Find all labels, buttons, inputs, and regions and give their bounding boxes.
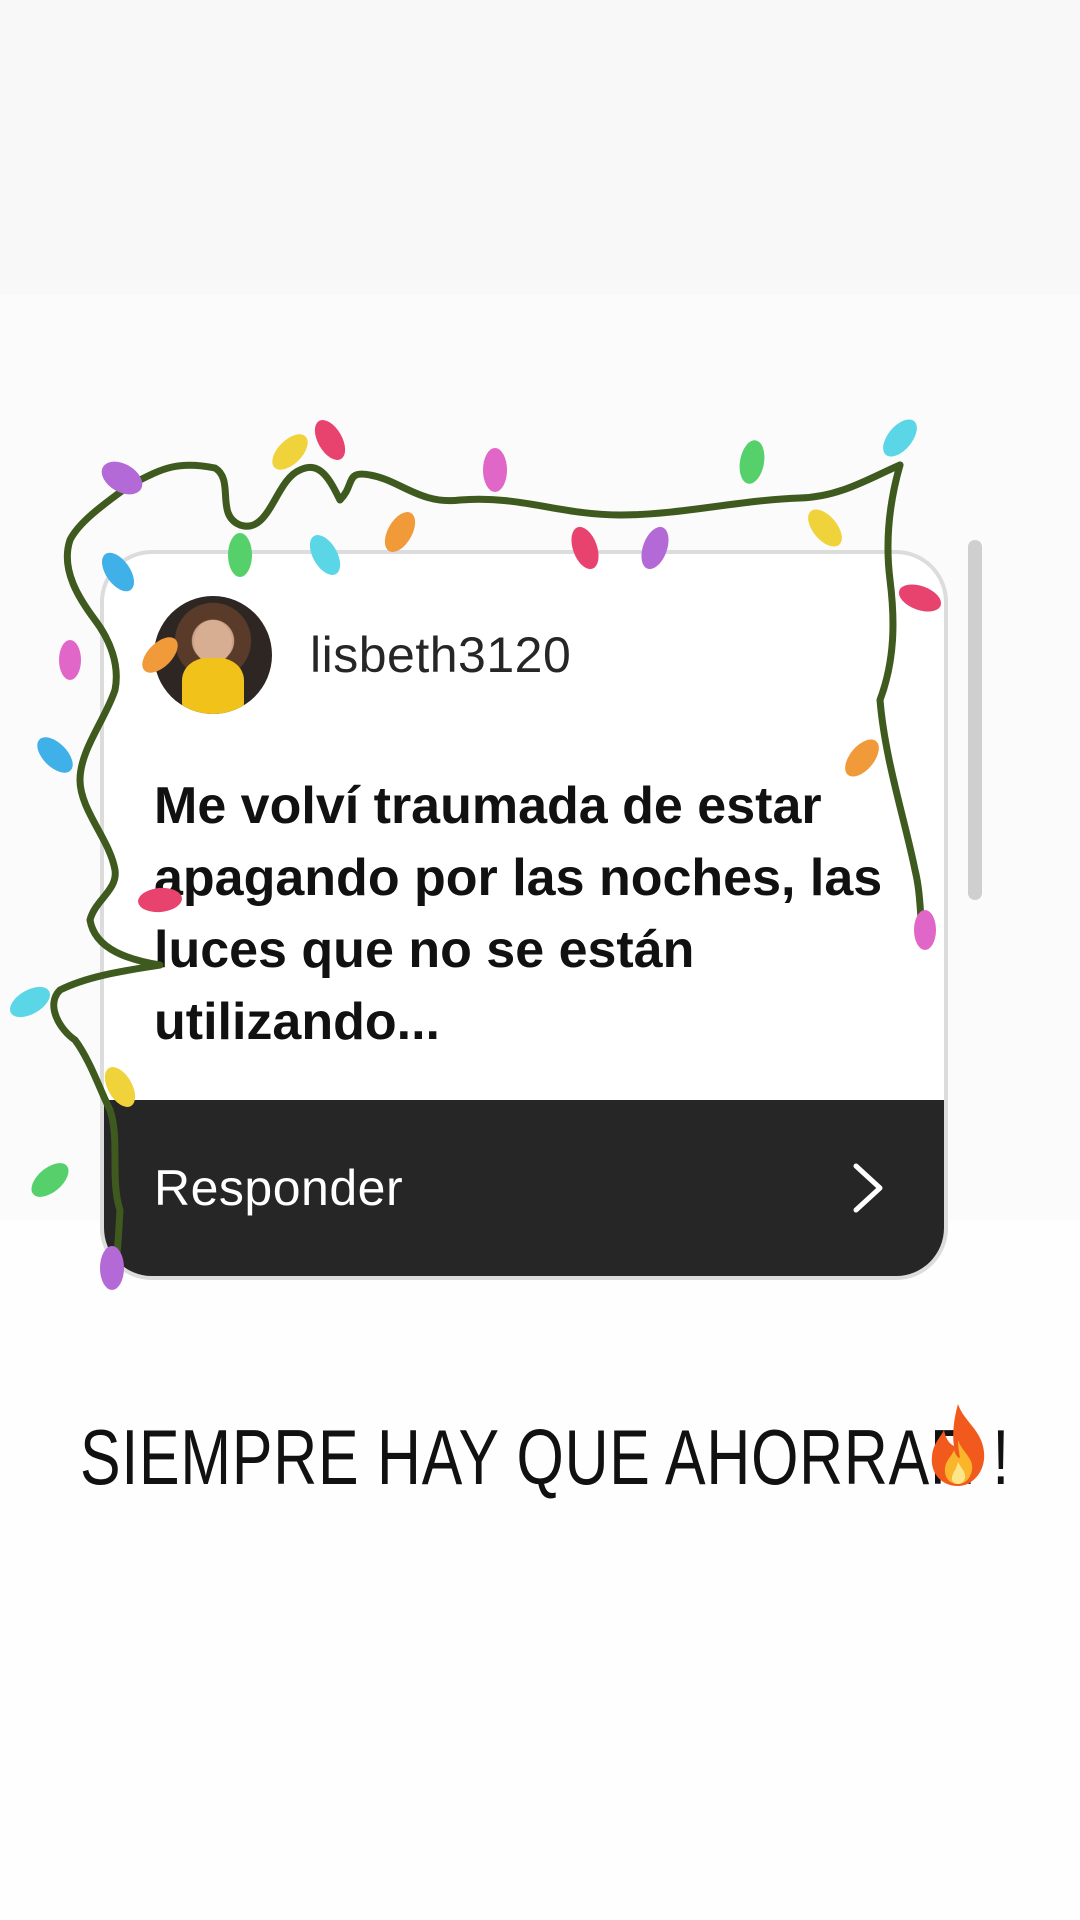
question-text: Me volví traumada de estar apagando por … <box>154 777 883 1051</box>
reply-button[interactable]: Responder <box>104 1100 944 1276</box>
scrollbar[interactable] <box>968 540 982 900</box>
story-page: lisbeth3120 Me volví traumada de estar a… <box>0 0 1080 1920</box>
reply-label: Responder <box>154 1160 404 1216</box>
question-header: lisbeth3120 <box>154 596 571 714</box>
avatar[interactable] <box>154 596 272 714</box>
avatar-scarf <box>182 658 244 714</box>
background-top <box>0 0 1080 295</box>
caption-text: SIEMPRE HAY QUE AHORRAR ! <box>80 1413 1011 1501</box>
fire-icon <box>931 1404 985 1486</box>
chevron-right-icon <box>853 1163 883 1213</box>
story-caption: SIEMPRE HAY QUE AHORRAR ! <box>80 1404 1080 1503</box>
question-sticker[interactable]: lisbeth3120 Me volví traumada de estar a… <box>100 550 948 1280</box>
username[interactable]: lisbeth3120 <box>310 626 571 684</box>
